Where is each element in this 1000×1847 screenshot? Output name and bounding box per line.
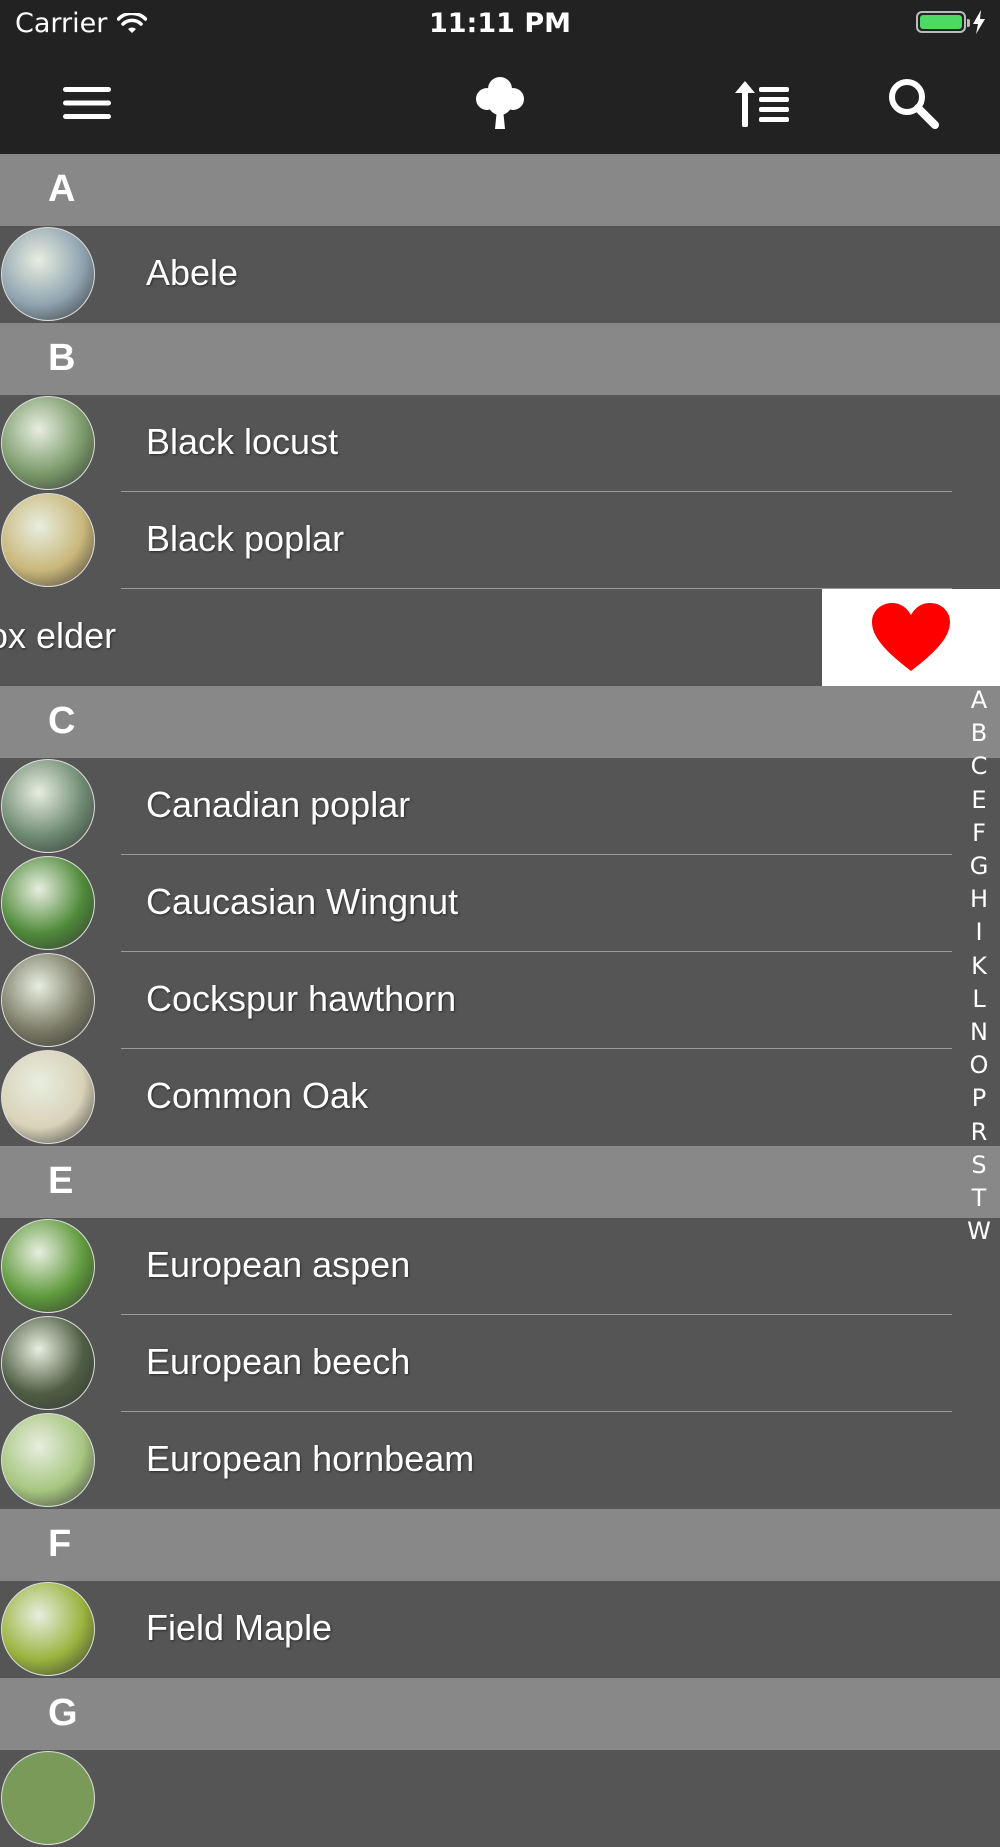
list-item[interactable]: European aspen <box>0 1218 1000 1315</box>
index-letter-h[interactable]: H <box>970 883 988 916</box>
section-letter: E <box>48 1160 74 1202</box>
list-item[interactable]: Black poplar <box>0 492 1000 589</box>
list-item[interactable]: Abele <box>0 226 1000 323</box>
index-letter-s[interactable]: S <box>971 1149 986 1182</box>
clock: 11:11 PM <box>428 8 571 39</box>
section-header-c: C <box>0 686 1000 758</box>
tree-thumbnail <box>1 227 95 321</box>
tree-thumbnail <box>1 493 95 587</box>
tree-thumbnail <box>1 856 95 950</box>
list-item[interactable]: Caucasian Wingnut <box>0 855 1000 952</box>
nav-bar <box>0 50 1000 154</box>
section-header-e: E <box>0 1146 1000 1218</box>
section-letter: F <box>48 1523 72 1565</box>
index-letter-i[interactable]: I <box>975 916 982 949</box>
index-letter-k[interactable]: K <box>971 950 987 983</box>
tree-logo[interactable] <box>465 68 535 138</box>
index-letter-c[interactable]: C <box>971 750 988 783</box>
index-letter-l[interactable]: L <box>972 983 985 1016</box>
index-letter-w[interactable]: W <box>967 1215 991 1248</box>
section-header-b: B <box>0 323 1000 395</box>
tree-name: Black poplar <box>146 518 345 559</box>
tree-thumbnail <box>1 1751 95 1845</box>
list-item[interactable]: Field Maple <box>0 1581 1000 1678</box>
list-item[interactable]: Black locust <box>0 395 1000 492</box>
list-item[interactable]: Canadian poplar <box>0 758 1000 855</box>
menu-button[interactable] <box>52 68 122 138</box>
list-item[interactable]: Cockspur hawthorn <box>0 952 1000 1049</box>
tree-name: European aspen <box>146 1244 411 1285</box>
tree-name: Cockspur hawthorn <box>146 978 457 1019</box>
index-letter-e[interactable]: E <box>971 784 986 817</box>
tree-name: Caucasian Wingnut <box>146 881 459 922</box>
tree-name: European beech <box>146 1341 411 1382</box>
list-item[interactable]: European hornbeam <box>0 1412 1000 1509</box>
tree-name: Canadian poplar <box>146 784 411 825</box>
section-letter: A <box>48 168 76 210</box>
heart-icon <box>872 602 950 671</box>
list-item-partial[interactable] <box>0 1750 1000 1847</box>
charging-bolt-icon <box>973 10 985 34</box>
tree-name: ox elder <box>0 615 117 656</box>
index-letter-r[interactable]: R <box>971 1116 988 1149</box>
index-letter-b[interactable]: B <box>971 717 987 750</box>
search-icon <box>889 79 939 129</box>
tree-thumbnail <box>1 1316 95 1410</box>
menu-icon <box>63 87 111 119</box>
tree-name: Black locust <box>146 421 339 462</box>
tree-list[interactable]: A Abele B Black locust Black poplar ox e… <box>0 154 1000 1847</box>
index-letter-a[interactable]: A <box>971 684 987 717</box>
tree-thumbnail <box>1 1582 95 1676</box>
tree-thumbnail <box>1 759 95 853</box>
index-letter-n[interactable]: N <box>970 1016 988 1049</box>
index-letter-t[interactable]: T <box>972 1182 987 1215</box>
list-item-swiped[interactable]: ox elder <box>0 589 1000 686</box>
section-header-f: F <box>0 1509 1000 1581</box>
sort-button[interactable] <box>728 68 798 138</box>
tree-name: European hornbeam <box>146 1438 475 1479</box>
tree-name: Common Oak <box>146 1075 369 1116</box>
sort-icon <box>735 81 789 127</box>
favorite-button[interactable] <box>822 589 1000 686</box>
section-letter: B <box>48 337 76 379</box>
tree-thumbnail <box>1 396 95 490</box>
section-header-g: G <box>0 1678 1000 1750</box>
tree-thumbnail <box>1 953 95 1047</box>
battery-icon <box>916 11 970 33</box>
status-bar: Carrier 11:11 PM <box>0 0 1000 50</box>
index-letter-f[interactable]: F <box>972 817 986 850</box>
section-header-a: A <box>0 154 1000 226</box>
section-letter: C <box>48 700 76 742</box>
tree-thumbnail <box>1 1219 95 1313</box>
list-item[interactable]: European beech <box>0 1315 1000 1412</box>
tree-thumbnail <box>1 1413 95 1507</box>
search-button[interactable] <box>878 68 948 138</box>
tree-name: Abele <box>146 252 239 293</box>
tree-thumbnail <box>1 1050 95 1144</box>
tree-name: Field Maple <box>146 1607 333 1648</box>
index-letter-g[interactable]: G <box>970 850 989 883</box>
index-letter-o[interactable]: O <box>970 1049 989 1082</box>
section-index[interactable]: ABCEFGHIKLNOPRSTW <box>964 684 994 1248</box>
index-letter-p[interactable]: P <box>972 1082 986 1115</box>
section-letter: G <box>48 1692 78 1734</box>
battery-indicator <box>916 10 986 34</box>
list-item[interactable]: Common Oak <box>0 1049 1000 1146</box>
tree-icon <box>476 77 524 129</box>
